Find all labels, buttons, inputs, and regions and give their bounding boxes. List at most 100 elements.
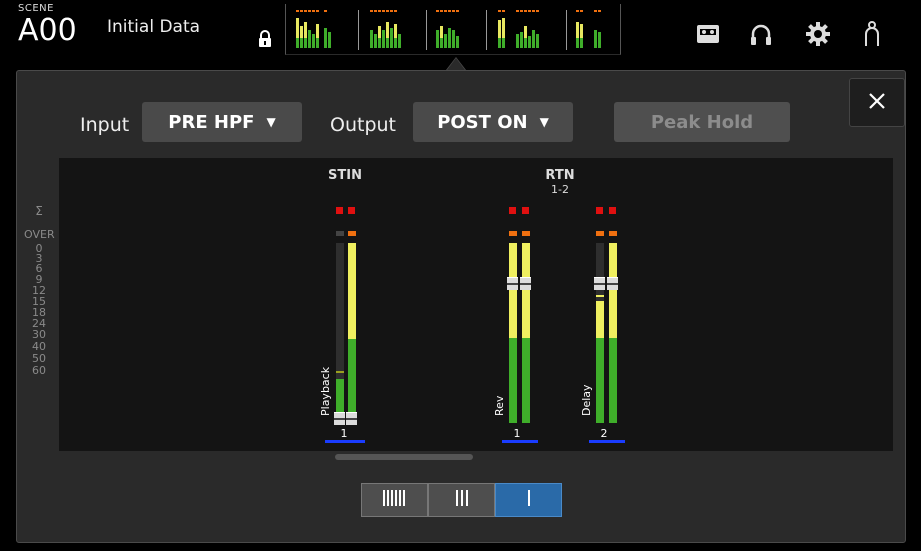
overview-meter-bar-base — [580, 38, 583, 48]
channel-color-bar — [502, 440, 538, 443]
overview-meter-bar-base — [296, 38, 299, 48]
overview-meter-bar-base — [324, 38, 327, 48]
overview-meter-bar-base — [382, 38, 385, 48]
overview-meter-strip[interactable] — [285, 4, 621, 55]
lock-icon[interactable] — [258, 30, 272, 52]
overview-meter-bar-base — [452, 38, 455, 48]
overview-meter-bar-base — [436, 38, 439, 48]
close-button[interactable] — [849, 78, 905, 127]
fader-knob-r[interactable] — [346, 412, 357, 425]
overview-meter-bar-base — [536, 38, 539, 48]
view-wide-button[interactable] — [495, 483, 562, 517]
output-label: Output — [330, 114, 396, 136]
output-metering-point-dropdown[interactable]: POST ON ▼ — [413, 102, 573, 142]
peak-hold-button[interactable]: Peak Hold — [614, 102, 790, 142]
overview-meter-bar-base — [516, 38, 519, 48]
overview-peak-mark — [594, 10, 597, 12]
overview-meter-bar-base — [308, 38, 311, 48]
overview-meter-bar-base — [328, 38, 331, 48]
overview-peak-mark — [370, 10, 373, 12]
peak-indicator-r — [348, 207, 355, 214]
overview-peak-mark — [448, 10, 451, 12]
overview-meter-bar-base — [394, 38, 397, 48]
overview-meter-bar-base — [386, 38, 389, 48]
over-indicator-l — [336, 231, 344, 236]
overview-meter-bar-base — [448, 38, 451, 48]
overview-peak-mark — [524, 10, 527, 12]
overview-meter-bar-base — [524, 38, 527, 48]
peak-indicator-r — [609, 207, 616, 214]
overview-meter-bar-base — [378, 38, 381, 48]
channel-number: 1 — [513, 427, 521, 440]
overview-peak-mark — [374, 10, 377, 12]
overview-meter-bar-base — [316, 38, 319, 48]
overview-peak-mark — [576, 10, 579, 12]
chevron-down-icon: ▼ — [266, 115, 276, 129]
overview-meter-bar-base — [390, 38, 393, 48]
scale-tick-label: 50 — [32, 352, 46, 365]
recorder-icon[interactable] — [697, 25, 719, 47]
headphones-icon[interactable] — [750, 24, 772, 50]
overview-meter-bar-base — [520, 38, 523, 48]
channel-number: 2 — [600, 427, 608, 440]
channel-name: Rev — [493, 395, 506, 416]
overview-meter-bar-base — [398, 38, 401, 48]
narrow-bars-icon — [381, 488, 409, 512]
overview-peak-mark — [386, 10, 389, 12]
top-bar: SCENE A00 Initial Data — [0, 0, 921, 64]
peak-indicator-r — [522, 207, 529, 214]
overview-peak-mark — [324, 10, 327, 12]
overview-separator — [486, 10, 487, 50]
scene-title[interactable]: Initial Data — [107, 17, 200, 37]
peak-indicator-l — [509, 207, 516, 214]
horizontal-scrollbar[interactable] — [335, 454, 473, 460]
gear-icon[interactable] — [806, 22, 830, 50]
close-icon — [868, 92, 886, 114]
meter-bar-r — [348, 243, 356, 423]
overview-meter-bar-base — [370, 38, 373, 48]
view-narrow-button[interactable] — [361, 483, 428, 517]
overview-peak-mark — [598, 10, 601, 12]
user-icon[interactable] — [864, 21, 880, 51]
fader-knob-r[interactable] — [520, 277, 531, 290]
medium-bars-icon — [452, 488, 472, 512]
channel-name: Delay — [580, 384, 593, 416]
meter-bar-l — [509, 243, 517, 423]
over-indicator-r — [348, 231, 356, 236]
overview-meter-bar-base — [598, 38, 601, 48]
overview-separator — [566, 10, 567, 50]
peak-indicator-l — [336, 207, 343, 214]
scale-tick-label: 60 — [32, 364, 46, 377]
input-metering-point-dropdown[interactable]: PRE HPF ▼ — [142, 102, 302, 142]
meter-bar-l — [336, 243, 344, 423]
fader-knob-l[interactable] — [594, 277, 605, 290]
scene-number[interactable]: A00 — [18, 14, 77, 48]
fader-knob-r[interactable] — [607, 277, 618, 290]
overview-peak-mark — [394, 10, 397, 12]
fader-knob-l[interactable] — [334, 412, 345, 425]
overview-meter-bar-base — [576, 38, 579, 48]
overview-meter-bar-base — [312, 38, 315, 48]
channel-color-bar — [325, 440, 365, 443]
meter-area — [59, 158, 893, 451]
input-dropdown-value: PRE HPF — [168, 111, 255, 133]
overview-peak-mark — [452, 10, 455, 12]
channel-color-bar — [589, 440, 625, 443]
overview-peak-mark — [580, 10, 583, 12]
overview-meter-bar-base — [528, 38, 531, 48]
overview-peak-mark — [382, 10, 385, 12]
view-medium-button[interactable] — [428, 483, 495, 517]
overview-peak-mark — [308, 10, 311, 12]
overview-peak-mark — [528, 10, 531, 12]
overview-peak-mark — [444, 10, 447, 12]
overview-meter-bar-base — [374, 38, 377, 48]
overview-peak-mark — [516, 10, 519, 12]
single-bar-icon — [524, 488, 534, 512]
overview-separator — [426, 10, 427, 50]
group-name-stin: STIN — [328, 168, 362, 183]
overview-peak-mark — [536, 10, 539, 12]
overview-meter-bar-base — [502, 38, 505, 48]
fader-knob-l[interactable] — [507, 277, 518, 290]
overview-peak-mark — [300, 10, 303, 12]
overview-meter-bar-base — [532, 38, 535, 48]
